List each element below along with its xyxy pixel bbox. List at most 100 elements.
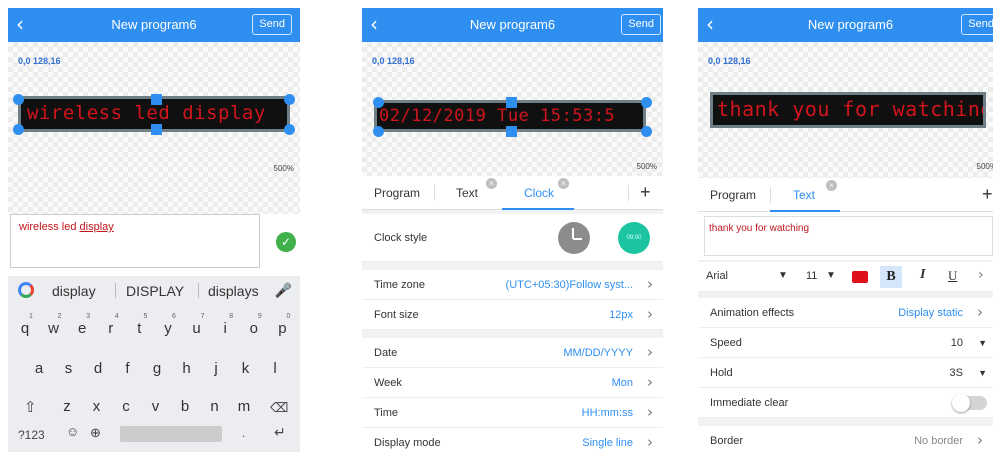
key-number-hint: 3	[86, 313, 91, 320]
setting-row-animation-effects[interactable]: Animation effects Display static ›	[698, 298, 993, 328]
suggestion-2[interactable]: DISPLAY	[126, 283, 184, 299]
shift-key-icon[interactable]: ⇧	[24, 398, 37, 416]
setting-row-hold[interactable]: Hold 3S ▼	[698, 358, 993, 388]
resize-handle-top[interactable]	[506, 97, 517, 108]
tab-text[interactable]: Text	[456, 186, 478, 200]
area-coordinates: 0,0 128,16	[372, 56, 415, 66]
italic-button[interactable]: I	[920, 267, 925, 283]
numbers-key[interactable]: ?123	[18, 428, 45, 442]
key-k[interactable]: k	[235, 360, 257, 377]
key-e[interactable]: e	[71, 320, 93, 337]
font-size-select[interactable]: 11	[806, 270, 817, 282]
text-content-field[interactable]: thank you for watching	[704, 216, 993, 256]
setting-row-border[interactable]: Border No border ›	[698, 426, 993, 452]
resize-handle-bottom-left[interactable]	[13, 124, 24, 135]
key-c[interactable]: c	[115, 398, 137, 415]
setting-label: Time	[374, 407, 399, 419]
send-button[interactable]: Send	[621, 14, 661, 35]
key-x[interactable]: x	[86, 398, 108, 415]
size-dropdown-icon[interactable]: ▼	[826, 270, 836, 281]
key-w[interactable]: w	[43, 320, 65, 337]
globe-key-icon[interactable]: ⊕	[90, 425, 101, 441]
enter-key-icon[interactable]: ↵	[274, 424, 286, 441]
resize-handle-top-left[interactable]	[373, 97, 384, 108]
resize-handle-top[interactable]	[151, 94, 162, 105]
suggestion-bar: display DISPLAY displays 🎤	[8, 276, 300, 304]
microphone-icon[interactable]: 🎤	[275, 282, 292, 299]
key-q[interactable]: q	[14, 320, 36, 337]
underline-button[interactable]: U	[948, 268, 957, 284]
key-g[interactable]: g	[146, 360, 168, 377]
key-z[interactable]: z	[56, 398, 78, 415]
key-t[interactable]: t	[128, 320, 150, 337]
resize-handle-top-right[interactable]	[284, 94, 295, 105]
dropdown-icon: ▼	[978, 368, 987, 378]
key-b[interactable]: b	[174, 398, 196, 415]
key-f[interactable]: f	[117, 360, 139, 377]
add-icon[interactable]: +	[640, 182, 651, 203]
setting-row-speed[interactable]: Speed 10 ▼	[698, 328, 993, 358]
tab-program[interactable]: Program	[710, 188, 756, 202]
tab-clock[interactable]: Clock	[524, 186, 554, 200]
setting-row-date[interactable]: Date MM/DD/YYYY ›	[362, 338, 663, 368]
tab-program[interactable]: Program	[374, 186, 420, 200]
digital-clock-style-icon[interactable]: 09:00	[618, 222, 650, 254]
setting-row-font-size[interactable]: Font size 12px ›	[362, 300, 663, 330]
resize-handle-top-left[interactable]	[13, 94, 24, 105]
period-key[interactable]: .	[242, 426, 245, 440]
send-button[interactable]: Send	[961, 14, 993, 35]
suggestion-1[interactable]: display	[52, 283, 96, 299]
chevron-right-icon: ›	[647, 343, 653, 361]
key-y[interactable]: y	[157, 320, 179, 337]
resize-handle-bottom-right[interactable]	[641, 126, 652, 137]
resize-handle-bottom-left[interactable]	[373, 126, 384, 137]
resize-handle-bottom[interactable]	[506, 126, 517, 137]
key-number-hint: 0	[286, 313, 291, 320]
chevron-right-icon[interactable]: ›	[978, 267, 984, 283]
emoji-key-icon[interactable]: ☺	[66, 424, 79, 439]
key-r[interactable]: r	[100, 320, 122, 337]
text-color-swatch[interactable]	[852, 271, 868, 283]
key-o[interactable]: o	[243, 320, 265, 337]
send-button[interactable]: Send	[252, 14, 292, 35]
add-icon[interactable]: +	[982, 184, 993, 205]
key-n[interactable]: n	[204, 398, 226, 415]
setting-value: 3S	[949, 367, 963, 379]
font-family-select[interactable]: Arial	[706, 270, 728, 282]
key-i[interactable]: i	[214, 320, 236, 337]
text-edit-field[interactable]: wireless led display	[10, 214, 260, 268]
key-h[interactable]: h	[176, 360, 198, 377]
backspace-key-icon[interactable]: ⌫	[270, 400, 288, 416]
key-s[interactable]: s	[58, 360, 80, 377]
setting-row-time[interactable]: Time HH:mm:ss ›	[362, 398, 663, 428]
setting-row-display-mode[interactable]: Display mode Single line ›	[362, 428, 663, 452]
confirm-check-icon[interactable]: ✓	[276, 232, 296, 252]
resize-handle-bottom-right[interactable]	[284, 124, 295, 135]
key-d[interactable]: d	[87, 360, 109, 377]
phone-screen-text-edit: ‹ New program6 Send 0,0 128,16 wireless …	[8, 8, 300, 452]
immediate-clear-toggle[interactable]	[952, 394, 987, 412]
close-tab-icon[interactable]: ×	[486, 178, 497, 189]
setting-row-immediate-clear[interactable]: Immediate clear	[698, 388, 993, 418]
space-key[interactable]	[120, 426, 222, 442]
key-l[interactable]: l	[264, 360, 286, 377]
key-p[interactable]: p	[271, 320, 293, 337]
resize-handle-top-right[interactable]	[641, 97, 652, 108]
resize-handle-bottom[interactable]	[151, 124, 162, 135]
key-j[interactable]: j	[205, 360, 227, 377]
close-tab-icon[interactable]: ×	[558, 178, 569, 189]
setting-row-time-zone[interactable]: Time zone (UTC+05:30)Follow syst... ›	[362, 270, 663, 300]
key-u[interactable]: u	[186, 320, 208, 337]
google-icon[interactable]	[18, 282, 34, 298]
setting-row-week[interactable]: Week Mon ›	[362, 368, 663, 398]
suggestion-3[interactable]: displays	[208, 283, 259, 299]
bold-button[interactable]: B	[880, 266, 902, 288]
font-dropdown-icon[interactable]: ▼	[778, 270, 788, 281]
key-m[interactable]: m	[233, 398, 255, 415]
led-preview-area[interactable]: thank you for watching	[710, 92, 986, 128]
key-a[interactable]: a	[28, 360, 50, 377]
close-tab-icon[interactable]: ×	[826, 180, 837, 191]
key-v[interactable]: v	[145, 398, 167, 415]
tab-text[interactable]: Text	[793, 188, 815, 202]
analog-clock-style-icon[interactable]	[558, 222, 590, 254]
